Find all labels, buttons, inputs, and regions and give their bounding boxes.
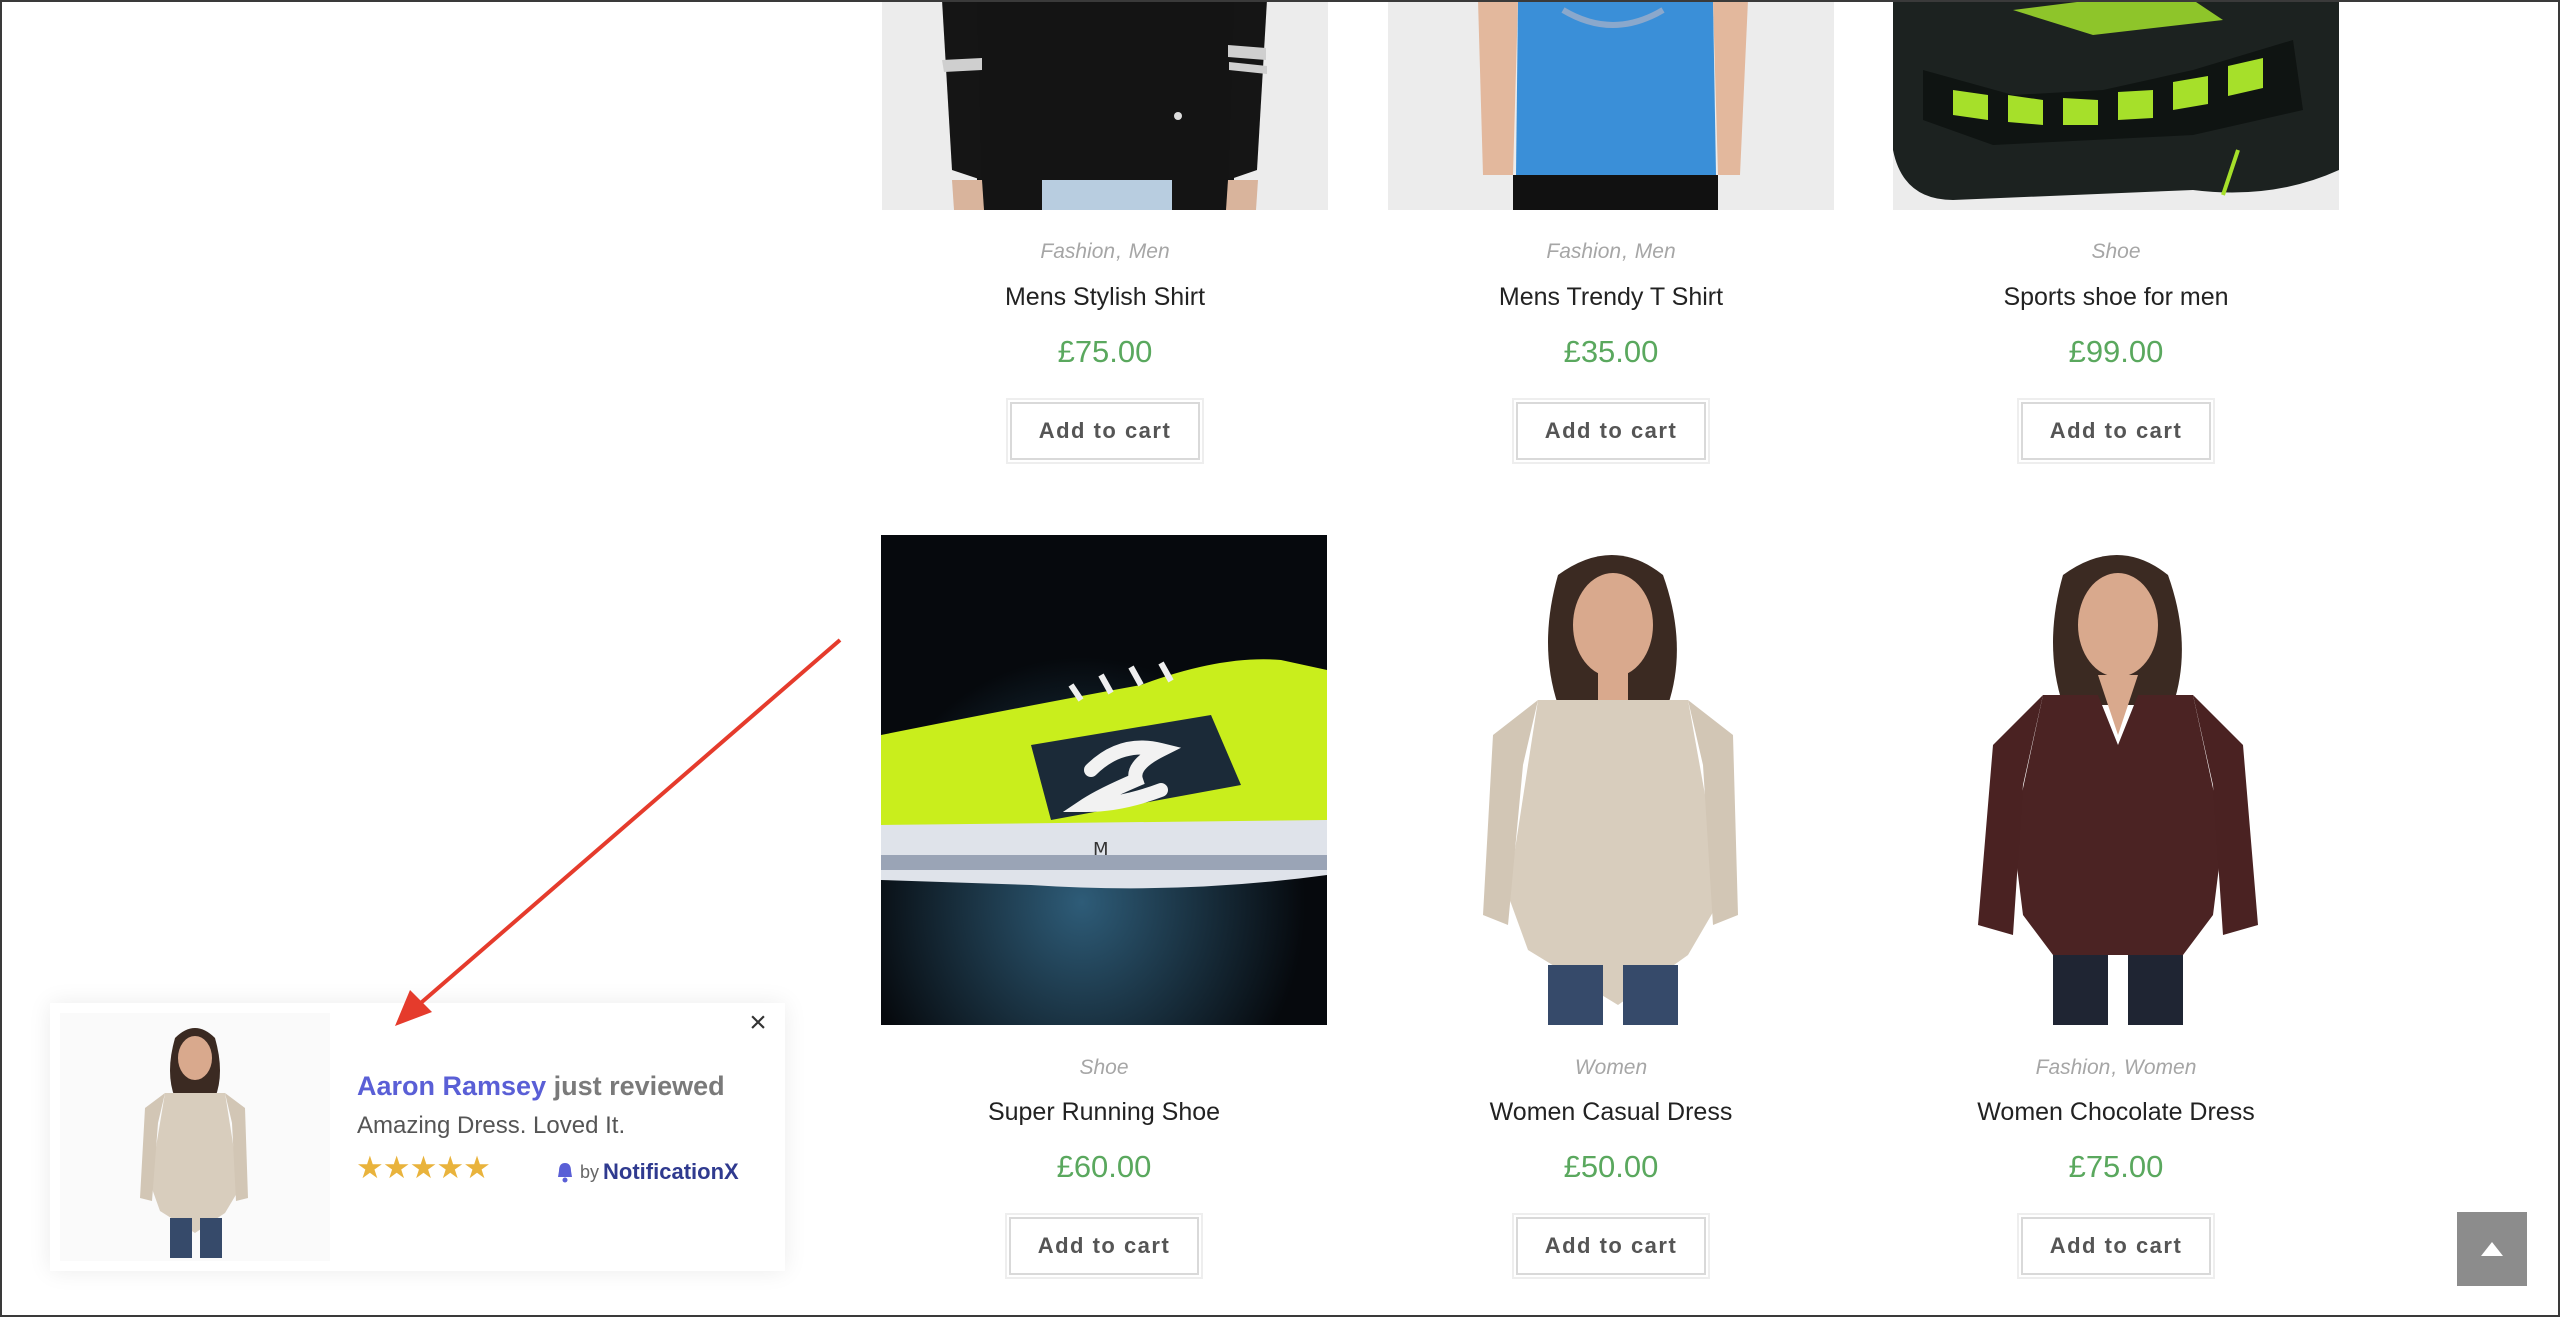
notification-headline: Aaron Ramsey just reviewed [357,1071,725,1102]
review-notification[interactable]: × Aaron Ramsey just reviewed Amazing Dre… [50,1003,785,1271]
notification-product-image [60,1013,330,1261]
product-price: £60.00 [1056,1149,1152,1184]
category-link[interactable]: Men [1635,240,1676,263]
category-link[interactable]: Women [2124,1056,2196,1079]
product-price: £99.00 [2068,334,2164,369]
product-price: £75.00 [1057,334,1153,369]
product-price: £35.00 [1563,334,1659,369]
category-link[interactable]: Fashion [1546,240,1621,263]
chevron-up-icon [2481,1242,2503,1256]
product-title[interactable]: Sports shoe for men [1893,283,2339,312]
add-to-cart-button[interactable]: Add to cart [1005,1213,1203,1279]
product-categories: Shoe [1893,240,2339,264]
svg-text:M: M [1093,839,1109,860]
product-title[interactable]: Mens Stylish Shirt [882,283,1328,312]
product-categories: Fashion, Women [2035,1056,2197,1079]
scroll-to-top-button[interactable] [2457,1212,2527,1286]
category-link[interactable]: Shoe [2091,240,2140,263]
product-title[interactable]: Super Running Shoe [881,1098,1327,1127]
reviewer-name[interactable]: Aaron Ramsey [357,1071,546,1101]
review-text: Amazing Dress. Loved It. [357,1112,626,1139]
product-image[interactable] [882,0,1328,210]
brand-by-label: by [580,1161,600,1182]
star-rating: ★★★★★ [356,1150,491,1185]
brand-name: NotificationX [603,1159,739,1184]
product-categories: Fashion, Men [1040,240,1170,263]
add-to-cart-button[interactable]: Add to cart [2017,1213,2215,1279]
category-link[interactable]: Fashion [1040,240,1115,263]
product-image[interactable] [1388,535,1834,1025]
product-title[interactable]: Women Chocolate Dress [1893,1098,2339,1127]
product-categories: Fashion, Men [1546,240,1676,263]
product-image[interactable]: M [881,535,1327,1025]
product-price: £75.00 [2068,1149,2164,1184]
category-link[interactable]: Women [1575,1056,1647,1079]
product-image[interactable] [1388,0,1834,210]
add-to-cart-button[interactable]: Add to cart [2017,398,2215,464]
product-title[interactable]: Mens Trendy T Shirt [1388,283,1834,312]
product-title[interactable]: Women Casual Dress [1388,1098,1834,1127]
bell-icon [558,1163,572,1183]
notificationx-branding[interactable]: by NotificationX [554,1159,739,1185]
notification-action: just reviewed [553,1071,725,1101]
add-to-cart-button[interactable]: Add to cart [1006,398,1204,464]
category-link[interactable]: Shoe [1079,1056,1128,1079]
add-to-cart-button[interactable]: Add to cart [1512,1213,1710,1279]
close-icon[interactable]: × [738,1003,778,1043]
add-to-cart-button[interactable]: Add to cart [1512,398,1710,464]
product-image[interactable] [1893,535,2339,1025]
product-categories: Women [1388,1056,1834,1080]
product-image[interactable] [1893,0,2339,210]
product-categories: Shoe [881,1056,1327,1080]
category-link[interactable]: Fashion [2036,1056,2111,1079]
category-link[interactable]: Men [1129,240,1170,263]
product-price: £50.00 [1563,1149,1659,1184]
